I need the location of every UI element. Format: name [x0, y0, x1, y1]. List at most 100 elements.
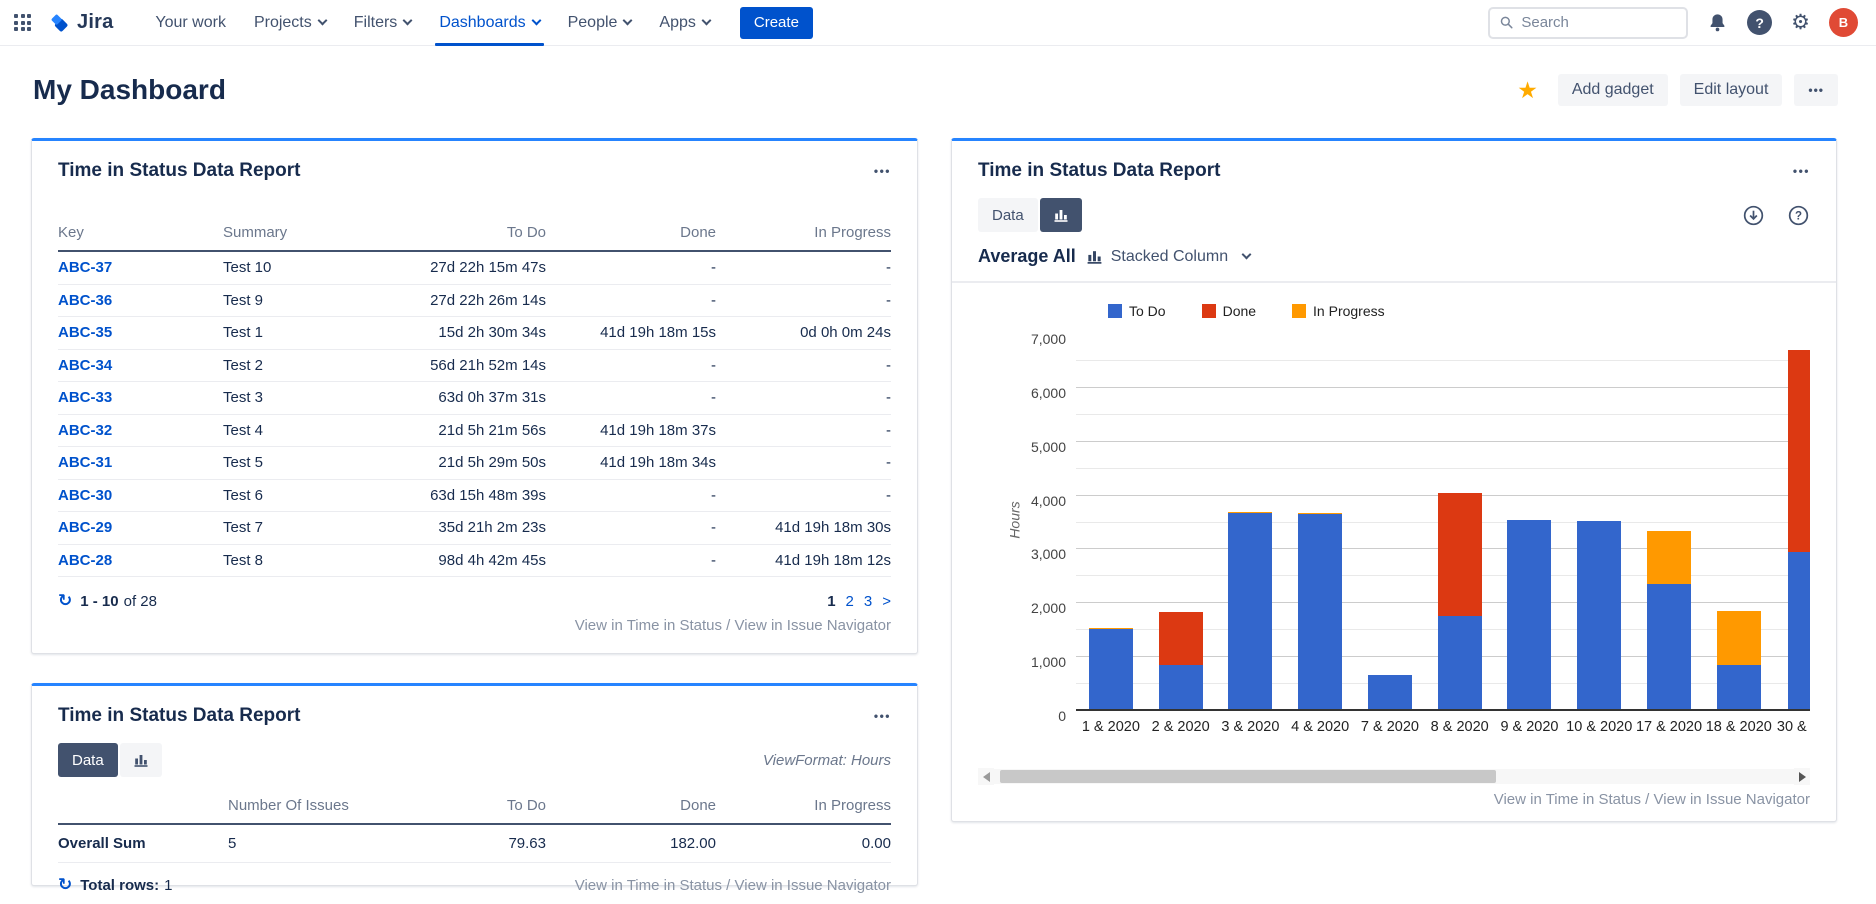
view-in-time-in-status-link[interactable]: View in Time in Status	[575, 617, 722, 634]
legend-item-to-do: To Do	[1108, 303, 1166, 319]
data-view-button[interactable]: Data	[978, 198, 1038, 232]
bars-container	[1076, 334, 1810, 711]
nav-item-dashboards[interactable]: Dashboards	[425, 0, 553, 46]
download-icon[interactable]	[1742, 204, 1765, 227]
app-switcher-icon[interactable]	[14, 14, 31, 31]
stacked-bar-1-2020[interactable]	[1089, 628, 1133, 711]
bar-chart-icon	[133, 752, 149, 768]
data-view-button[interactable]: Data	[58, 743, 118, 777]
nav-item-label: Apps	[659, 14, 695, 32]
top-nav: Jira Your workProjects Filters Dashboards P…	[0, 0, 1876, 46]
stacked-bar-10-2020[interactable]	[1577, 521, 1621, 711]
next-page-button[interactable]: >	[882, 593, 891, 610]
bar-segment-to-do	[1228, 513, 1272, 711]
jira-logo[interactable]: Jira	[47, 11, 113, 35]
stacked-bar-4-2020[interactable]	[1298, 513, 1342, 711]
cell-summary: Test 8	[223, 552, 376, 569]
cell-key: ABC-33	[58, 389, 223, 406]
stacked-bar-3-2020[interactable]	[1228, 512, 1272, 711]
column-header-to-do: To Do	[376, 224, 546, 241]
nav-item-label: People	[568, 14, 618, 32]
scrollbar-track[interactable]	[994, 769, 1794, 784]
stacked-bar-30[interactable]	[1788, 350, 1810, 711]
bar-slot-4-2020	[1285, 334, 1355, 711]
todo-sum-value: 79.63	[376, 835, 546, 852]
y-tick-6000: 6,000	[1031, 385, 1066, 401]
issue-key-link[interactable]: ABC-35	[58, 324, 112, 341]
user-avatar[interactable]: B	[1829, 8, 1858, 37]
issue-key-link[interactable]: ABC-36	[58, 292, 112, 309]
scroll-left-arrow[interactable]	[978, 768, 994, 785]
bar-segment-in-progress	[1717, 611, 1761, 664]
issue-key-link[interactable]: ABC-29	[58, 519, 112, 536]
notifications-bell-icon[interactable]	[1707, 12, 1728, 33]
cell-summary: Test 9	[223, 292, 376, 309]
view-in-issue-navigator-link[interactable]: View in Issue Navigator	[1654, 791, 1810, 808]
gadget-time-in-status-table: Time in Status Data Report ••• KeySummar…	[31, 138, 918, 654]
stacked-bar-9-2020[interactable]	[1507, 520, 1551, 711]
view-in-issue-navigator-link[interactable]: View in Issue Navigator	[735, 617, 891, 634]
scroll-right-arrow[interactable]	[1794, 768, 1810, 785]
refresh-icon[interactable]: ↻	[58, 591, 72, 611]
chart-type-dropdown[interactable]: Stacked Column	[1086, 248, 1250, 266]
cell-in-progress: -	[716, 454, 891, 471]
favorite-star-icon[interactable]: ★	[1517, 77, 1538, 104]
chart-view-button[interactable]	[120, 743, 162, 777]
issue-key-link[interactable]: ABC-30	[58, 487, 112, 504]
search-box[interactable]	[1488, 7, 1688, 39]
stacked-bar-8-2020[interactable]	[1438, 493, 1482, 711]
nav-item-people[interactable]: People	[554, 0, 646, 46]
help-icon[interactable]: ?	[1747, 10, 1772, 35]
in-progress-sum-value: 0.00	[716, 835, 891, 852]
view-in-time-in-status-link[interactable]: View in Time in Status	[1494, 791, 1641, 808]
chart-help-icon[interactable]: ?	[1787, 204, 1810, 227]
chart-horizontal-scrollbar[interactable]	[978, 768, 1810, 785]
create-button[interactable]: Create	[740, 7, 813, 39]
pager: 123>	[827, 593, 891, 610]
chevron-down-icon	[531, 16, 541, 26]
chart-view-button[interactable]	[1040, 198, 1082, 232]
gadget-more-button[interactable]: •••	[874, 164, 891, 178]
issue-key-link[interactable]: ABC-28	[58, 552, 112, 569]
sum-column-header-done: Done	[546, 797, 716, 814]
nav-item-label: Filters	[354, 14, 398, 32]
bar-slot-1-2020	[1076, 334, 1146, 711]
stacked-bar-2-2020[interactable]	[1159, 612, 1203, 711]
scrollbar-thumb[interactable]	[1000, 770, 1496, 783]
issue-key-link[interactable]: ABC-33	[58, 389, 112, 406]
nav-item-apps[interactable]: Apps	[645, 0, 723, 46]
stacked-bar-18-2020[interactable]	[1717, 611, 1761, 711]
nav-item-filters[interactable]: Filters	[340, 0, 426, 46]
page-3[interactable]: 3	[864, 593, 872, 610]
refresh-icon[interactable]: ↻	[58, 875, 72, 895]
issue-key-link[interactable]: ABC-34	[58, 357, 112, 374]
gadget-time-in-status-chart: Time in Status Data Report ••• Data	[951, 138, 1837, 822]
view-in-issue-navigator-link[interactable]: View in Issue Navigator	[735, 877, 891, 894]
gadget-more-button[interactable]: •••	[1793, 164, 1810, 178]
settings-gear-icon[interactable]: ⚙	[1791, 12, 1810, 33]
stacked-bar-7-2020[interactable]	[1368, 675, 1412, 711]
table-row: ABC-31Test 521d 5h 29m 50s41d 19h 18m 34…	[58, 447, 891, 480]
dashboard-more-button[interactable]: •••	[1794, 74, 1838, 106]
bar-segment-to-do	[1647, 584, 1691, 711]
issue-key-link[interactable]: ABC-31	[58, 454, 112, 471]
nav-item-your-work[interactable]: Your work	[141, 0, 240, 46]
x-label-9-2020: 9 & 2020	[1495, 719, 1565, 735]
cell-in-progress: 0d 0h 0m 24s	[716, 324, 891, 341]
issue-key-link[interactable]: ABC-37	[58, 259, 112, 276]
search-input[interactable]	[1521, 14, 1676, 31]
issue-key-link[interactable]: ABC-32	[58, 422, 112, 439]
table-row: ABC-37Test 1027d 22h 15m 47s--	[58, 252, 891, 285]
table-row: ABC-29Test 735d 21h 2m 23s-41d 19h 18m 3…	[58, 512, 891, 545]
x-label-18-2020: 18 & 2020	[1704, 719, 1774, 735]
view-in-time-in-status-link[interactable]: View in Time in Status	[575, 877, 722, 894]
nav-item-projects[interactable]: Projects	[240, 0, 340, 46]
column-header-in-progress: In Progress	[716, 224, 891, 241]
svg-text:?: ?	[1795, 210, 1802, 222]
edit-layout-button[interactable]: Edit layout	[1680, 74, 1783, 106]
add-gadget-button[interactable]: Add gadget	[1558, 74, 1668, 106]
stacked-bar-17-2020[interactable]	[1647, 531, 1691, 711]
cell-done: 41d 19h 18m 37s	[546, 422, 716, 439]
page-2[interactable]: 2	[846, 593, 854, 610]
gadget-more-button[interactable]: •••	[874, 709, 891, 723]
